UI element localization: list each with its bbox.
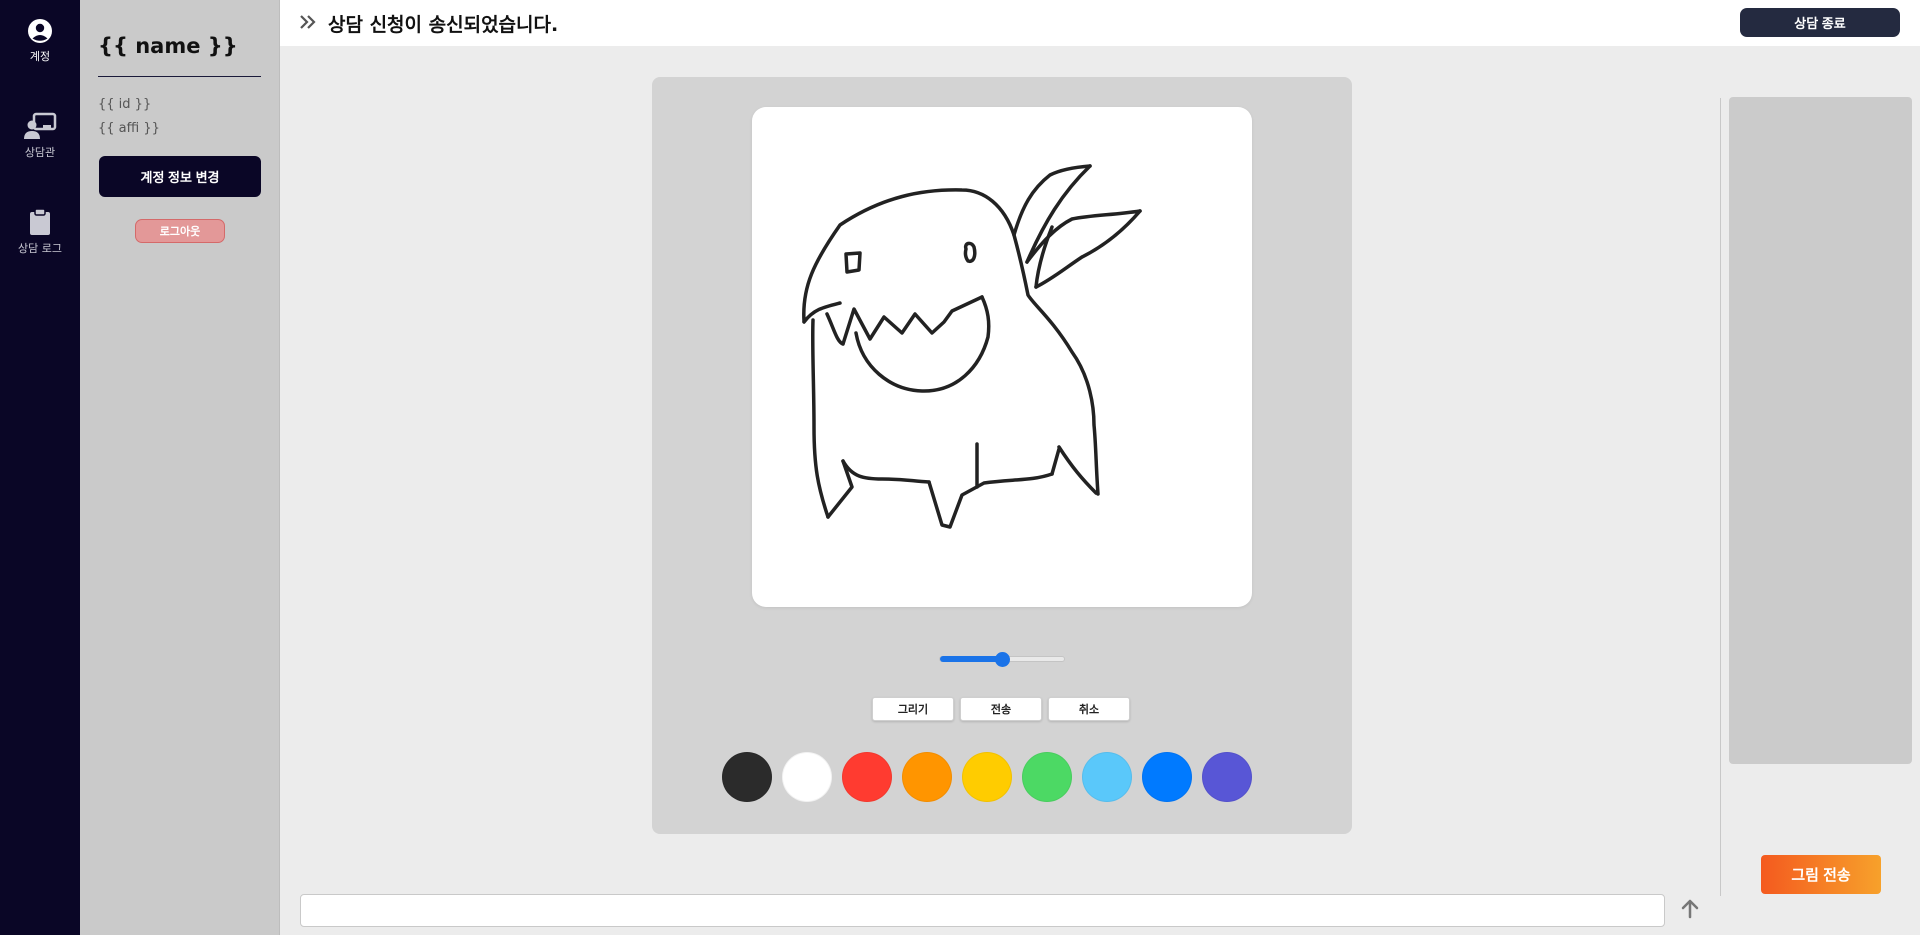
header-bar: 상담 신청이 송신되었습니다. 상담 종료 xyxy=(280,0,1920,46)
nav-rail: 계정 상담관 상담 로그 xyxy=(0,0,80,935)
chat-input[interactable] xyxy=(300,894,1665,927)
edit-account-button[interactable]: 계정 정보 변경 xyxy=(99,156,261,197)
cancel-button[interactable]: 취소 xyxy=(1048,697,1130,721)
page-title: 상담 신청이 송신되었습니다. xyxy=(328,14,559,36)
color-swatch[interactable] xyxy=(1022,752,1072,802)
nav-item-label: 계정 xyxy=(29,50,51,63)
brush-size-slider[interactable] xyxy=(939,652,1065,667)
slider-thumb[interactable] xyxy=(995,652,1010,667)
drawing-canvas[interactable] xyxy=(752,107,1252,607)
color-swatch[interactable] xyxy=(1142,752,1192,802)
send-button[interactable]: 전송 xyxy=(960,697,1042,721)
account-id: {{ id }} xyxy=(98,97,152,112)
color-swatch[interactable] xyxy=(902,752,952,802)
arrow-up-icon[interactable] xyxy=(1679,898,1701,920)
send-image-button[interactable]: 그림 전송 xyxy=(1761,855,1881,894)
clipboard-icon xyxy=(30,208,50,235)
color-swatch[interactable] xyxy=(1202,752,1252,802)
nav-item-label: 상담관 xyxy=(24,146,56,159)
account-panel: {{ name }} {{ id }} {{ affi }} 계정 정보 변경 … xyxy=(80,0,280,935)
color-swatch[interactable] xyxy=(722,752,772,802)
vertical-divider xyxy=(1720,98,1721,896)
user-circle-icon xyxy=(28,19,52,43)
color-swatch[interactable] xyxy=(1082,752,1132,802)
nav-item-account[interactable]: 계정 xyxy=(0,18,80,64)
sketch-drawing xyxy=(802,164,1142,529)
end-consultation-button[interactable]: 상담 종료 xyxy=(1740,8,1900,37)
slider-fill xyxy=(940,656,1002,662)
color-swatch[interactable] xyxy=(782,752,832,802)
account-divider xyxy=(98,76,261,77)
color-swatch[interactable] xyxy=(842,752,892,802)
logout-button[interactable]: 로그아웃 xyxy=(135,219,225,243)
nav-item-label: 상담 로그 xyxy=(18,242,62,255)
color-swatch[interactable] xyxy=(962,752,1012,802)
counselor-icon xyxy=(24,112,57,139)
drawing-card: 그리기 전송 취소 xyxy=(652,77,1352,834)
account-name: {{ name }} xyxy=(98,34,238,58)
nav-item-log[interactable]: 상담 로그 xyxy=(0,208,80,256)
side-panel xyxy=(1729,97,1912,764)
account-affiliation: {{ affi }} xyxy=(98,121,160,136)
nav-item-counselor[interactable]: 상담관 xyxy=(0,112,80,160)
draw-button[interactable]: 그리기 xyxy=(872,697,954,721)
double-chevron-right-icon xyxy=(300,15,316,29)
